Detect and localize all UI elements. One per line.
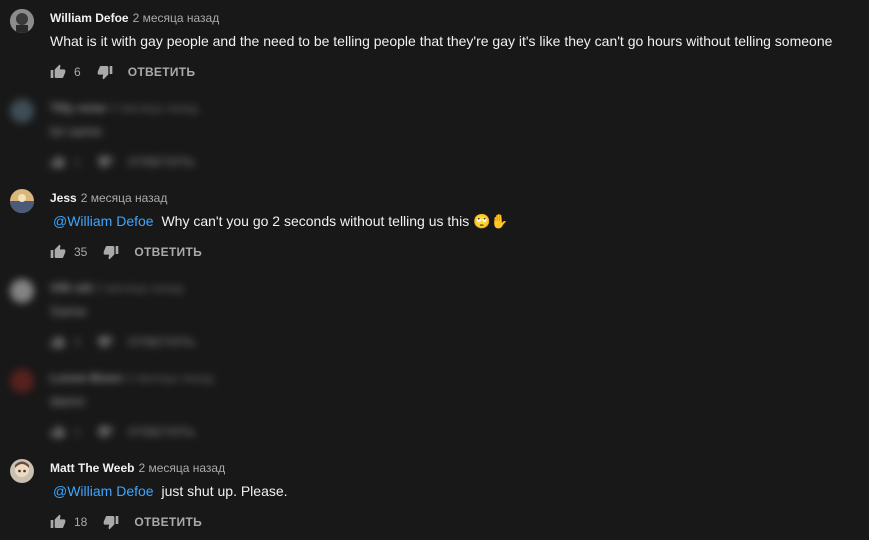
- thumbs-up-icon: [50, 244, 66, 258]
- comment-actions: 35 ОТВЕТИТЬ: [50, 242, 202, 262]
- reply-button[interactable]: ОТВЕТИТЬ: [128, 335, 196, 349]
- comment-body: damn: [50, 393, 86, 409]
- comment-actions: 18 ОТВЕТИТЬ: [50, 512, 202, 532]
- comment-timestamp[interactable]: 2 месяца назад: [138, 461, 225, 475]
- reply-button[interactable]: ОТВЕТИТЬ: [128, 65, 196, 79]
- comment-timestamp[interactable]: 2 месяца назад: [96, 281, 183, 295]
- thumbs-down-icon: [97, 66, 113, 80]
- comment-text: @William Defoe just shut up. Please.: [53, 483, 288, 499]
- reply-button[interactable]: ОТВЕТИТЬ: [134, 245, 202, 259]
- comment-thread: William Defoe 2 месяца назад What is it w…: [0, 0, 869, 90]
- like-button[interactable]: [50, 154, 66, 170]
- mention-link[interactable]: @William Defoe: [53, 483, 154, 499]
- dislike-button[interactable]: [103, 244, 119, 260]
- comment-body: Why can't you go 2 seconds without telli…: [161, 213, 508, 229]
- thumbs-up-icon: [50, 334, 66, 348]
- mention-link[interactable]: @William Defoe: [53, 213, 154, 229]
- comment-body: What is it with gay people and the need …: [50, 33, 833, 49]
- like-count: 3: [74, 335, 81, 349]
- comment-thread: Villi sitt 2 месяца назад Same 3 ОТВЕТИТЬ: [0, 270, 869, 360]
- avatar[interactable]: [10, 459, 34, 483]
- thumbs-up-icon: [50, 514, 66, 528]
- avatar[interactable]: [10, 99, 34, 123]
- comment-body: lol same: [50, 123, 103, 139]
- thumbs-down-icon: [104, 246, 119, 260]
- like-button[interactable]: [50, 64, 66, 80]
- thumbs-up-icon: [50, 424, 66, 438]
- dislike-button[interactable]: [103, 514, 119, 530]
- comment-text: lol same: [50, 123, 102, 139]
- thumbs-down-icon: [97, 426, 113, 440]
- comment-text: damn: [50, 393, 85, 409]
- avatar[interactable]: [10, 189, 34, 213]
- thumbs-down-icon: [104, 516, 119, 530]
- dislike-button[interactable]: [97, 154, 113, 170]
- comment-thread: Jess 2 месяца назад @William Defoe Why ca…: [0, 180, 869, 270]
- comment-actions: 3 ОТВЕТИТЬ: [50, 332, 195, 352]
- comment-text: Same: [50, 303, 87, 319]
- comment-body: Same: [50, 303, 87, 319]
- comment-meta: Villi sitt 2 месяца назад: [50, 281, 183, 295]
- reply-button[interactable]: ОТВЕТИТЬ: [128, 425, 196, 439]
- like-count: 35: [74, 245, 88, 259]
- comment-meta: William Defoe 2 месяца назад: [50, 11, 219, 25]
- comment-actions: 1 ОТВЕТИТЬ: [50, 152, 195, 172]
- like-button[interactable]: [50, 334, 66, 350]
- comment-meta: Matt The Weeb 2 месяца назад: [50, 461, 225, 475]
- like-count: 1: [74, 155, 81, 169]
- like-count: 6: [74, 65, 81, 79]
- avatar[interactable]: [10, 9, 34, 33]
- comment-text: @William Defoe Why can't you go 2 second…: [53, 213, 508, 230]
- comment-author[interactable]: Villi sitt: [50, 281, 92, 295]
- thumbs-up-icon: [50, 64, 66, 78]
- thumbs-down-icon: [97, 156, 113, 170]
- reply-button[interactable]: ОТВЕТИТЬ: [128, 155, 196, 169]
- comment-timestamp[interactable]: 2 месяца назад: [133, 11, 220, 25]
- thumbs-up-icon: [50, 154, 66, 168]
- comment-author[interactable]: Jess: [50, 191, 77, 205]
- like-count: 18: [74, 515, 88, 529]
- reply-button[interactable]: ОТВЕТИТЬ: [134, 515, 202, 529]
- comment-timestamp[interactable]: 2 месяца назад: [81, 191, 168, 205]
- dislike-button[interactable]: [97, 424, 113, 440]
- comment-author[interactable]: Lorem Bixen: [50, 371, 123, 385]
- comment-thread: Tilly rener 2 месяца назад lol same 1 ОТВ…: [0, 90, 869, 180]
- dislike-button[interactable]: [97, 64, 113, 80]
- like-button[interactable]: [50, 514, 66, 530]
- avatar[interactable]: [10, 369, 34, 393]
- comment-author[interactable]: Tilly rener: [50, 101, 107, 115]
- comment-meta: Tilly rener 2 месяца назад: [50, 101, 198, 115]
- comment-author[interactable]: Matt The Weeb: [50, 461, 134, 475]
- comment-meta: Jess 2 месяца назад: [50, 191, 167, 205]
- thumbs-down-icon: [97, 336, 113, 350]
- comment-meta: Lorem Bixen 2 месяца назад: [50, 371, 213, 385]
- comment-thread: Lorem Bixen 2 месяца назад damn 1 ОТВЕТИТ…: [0, 360, 869, 450]
- comment-actions: 1 ОТВЕТИТЬ: [50, 422, 195, 442]
- comment-thread: Matt The Weeb 2 месяца назад @William Def…: [0, 450, 869, 540]
- comment-actions: 6 ОТВЕТИТЬ: [50, 62, 195, 82]
- dislike-button[interactable]: [97, 334, 113, 350]
- comment-timestamp[interactable]: 2 месяца назад: [127, 371, 214, 385]
- like-button[interactable]: [50, 424, 66, 440]
- comment-text: What is it with gay people and the need …: [50, 33, 832, 49]
- comment-body: just shut up. Please.: [161, 483, 288, 499]
- comment-author[interactable]: William Defoe: [50, 11, 129, 25]
- like-button[interactable]: [50, 244, 66, 260]
- like-count: 1: [74, 425, 81, 439]
- avatar[interactable]: [10, 279, 34, 303]
- comment-timestamp[interactable]: 2 месяца назад: [111, 101, 198, 115]
